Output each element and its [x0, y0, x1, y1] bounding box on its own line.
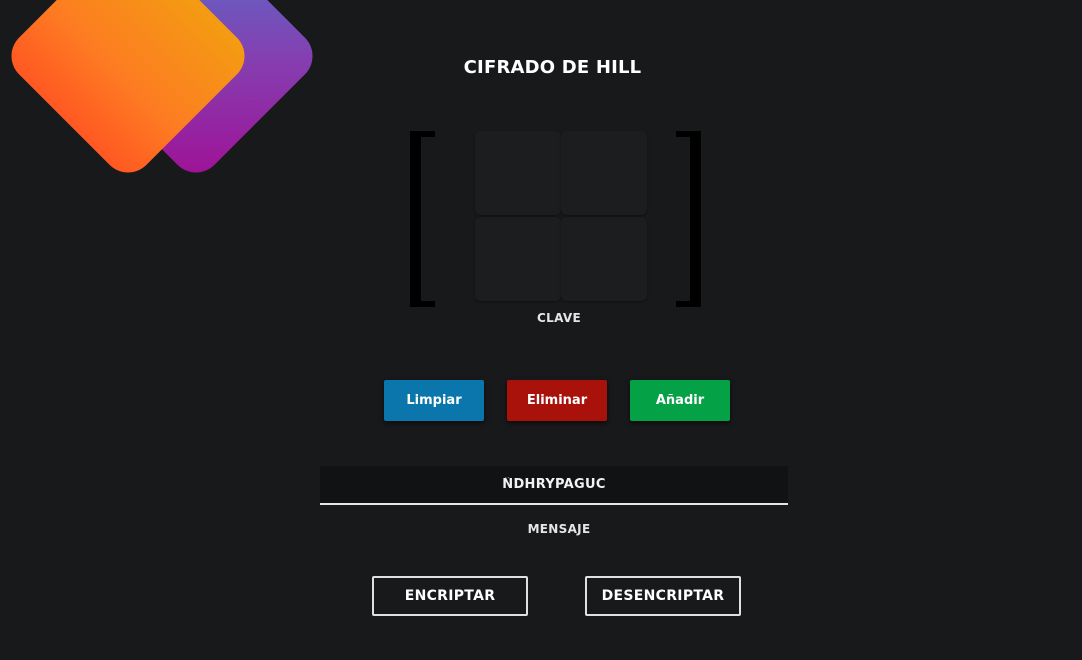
message-label: MENSAJE — [527, 522, 591, 536]
key-cell-1-1[interactable] — [475, 131, 561, 215]
encrypt-button[interactable]: ENCRIPTAR — [372, 576, 528, 616]
key-label: CLAVE — [537, 311, 581, 325]
key-cell-2-1[interactable] — [475, 217, 561, 301]
decrypt-button[interactable]: DESENCRIPTAR — [585, 576, 741, 616]
key-cell-1-2[interactable] — [561, 131, 647, 215]
page-title: CIFRADO DE HILL — [463, 57, 642, 78]
matrix-right-bracket — [676, 131, 701, 307]
message-input[interactable] — [320, 466, 788, 505]
add-button[interactable]: Añadir — [630, 380, 730, 421]
matrix-left-bracket — [410, 131, 435, 307]
delete-button[interactable]: Eliminar — [507, 380, 607, 421]
key-cell-2-2[interactable] — [561, 217, 647, 301]
clear-button[interactable]: Limpiar — [384, 380, 484, 421]
